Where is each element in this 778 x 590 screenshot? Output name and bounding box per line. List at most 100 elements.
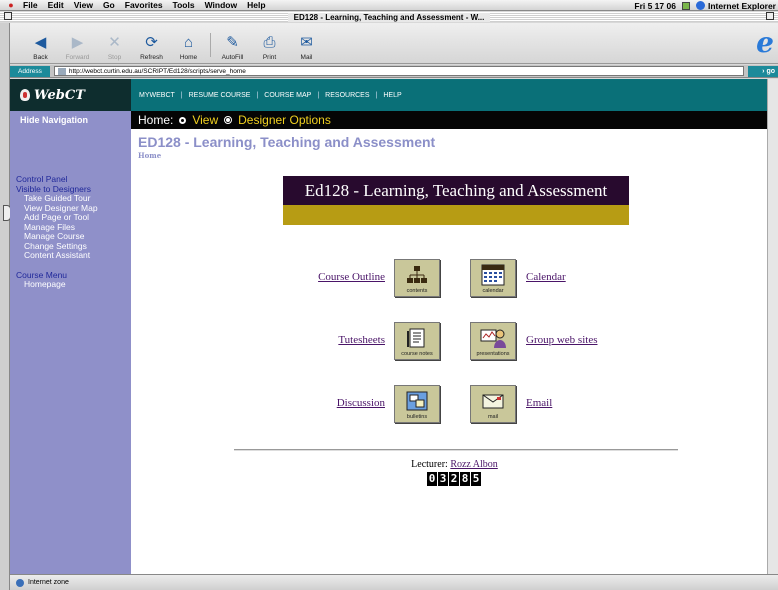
menu-help[interactable]: Help [242,0,270,10]
home-label: Home [179,54,198,61]
tool-row: Course Outline contents calendar Calenda… [131,259,778,299]
menu-window[interactable]: Window [200,0,243,10]
menu-favorites[interactable]: Favorites [120,0,168,10]
zoom-box-icon[interactable] [766,12,774,20]
banner-strip [283,205,629,225]
forward-button[interactable]: ▶ Forward [59,24,96,63]
close-box-icon[interactable] [4,12,12,20]
nav-separator: | [317,91,320,99]
side-navigation: Control Panel Visible to Designers Take … [16,174,98,290]
mail-tool-button[interactable]: mail [470,385,516,423]
calendar-label: calendar [482,288,504,294]
app-menu[interactable]: Internet Explorer [695,0,776,11]
mail-label: mail [487,414,499,420]
lecturer-label: Lecturer: [411,459,448,470]
clock: Fri 5 17 06 [634,0,676,11]
menu-file[interactable]: File [18,0,43,10]
web-page: WebCT Hide Navigation Control Panel Visi… [10,79,778,574]
view-radio[interactable] [179,116,187,124]
lecturer-name-link[interactable]: Rozz Albon [450,459,498,470]
counter-digit: 5 [471,472,481,486]
stop-icon: ✕ [108,34,121,51]
go-button[interactable]: › go [748,65,778,77]
mode-bar: Home: View Designer Options [131,111,778,129]
forward-label: Forward [65,54,90,61]
course-notes-icon [404,327,430,349]
course-outline-link[interactable]: Course Outline [279,271,385,283]
menu-go[interactable]: Go [98,0,120,10]
browser-toolbar: ◀ Back ▶ Forward ✕ Stop ⟳ Refresh ⌂ Home ✎ Aut… [10,23,778,64]
hide-navigation-link[interactable]: Hide Navigation [20,115,88,125]
address-label: Address [10,65,50,77]
nav-mywebct[interactable]: MYWEBCT [139,92,175,99]
menu-edit[interactable]: Edit [43,0,69,10]
presentations-icon [480,327,506,349]
mail-label: Mail [300,54,313,61]
email-link[interactable]: Email [526,397,552,409]
menu-view[interactable]: View [69,0,98,10]
presentations-button[interactable]: presentations [470,322,516,360]
counter-digit: 2 [449,472,459,486]
tool-row: Discussion bulletins mail Email [131,385,778,425]
breadcrumb[interactable]: Home [138,151,161,160]
counter-digit: 3 [438,472,448,486]
presentations-label: presentations [476,351,510,357]
vertical-scrollbar[interactable] [767,79,778,574]
nav-course-map[interactable]: COURSE MAP [264,92,311,99]
sidebar-item-homepage[interactable]: Homepage [16,279,98,290]
address-url: http://webct.curtin.edu.au/SCRIPT/Ed128/… [68,67,246,75]
ie-logo-icon: e [756,26,774,59]
autofill-label: AutoFill [221,54,244,61]
refresh-icon: ⟳ [145,34,158,51]
apple-menu-icon[interactable]: ● [4,0,18,10]
course-notes-label: course notes [401,351,433,357]
contents-icon [404,264,430,286]
address-input[interactable]: http://webct.curtin.edu.au/SCRIPT/Ed128/… [53,66,744,76]
mail-button[interactable]: ✉ Mail [288,24,325,63]
nav-help[interactable]: HELP [383,92,401,99]
globe-icon [16,578,24,587]
stop-label: Stop [107,54,122,61]
hit-counter: 0 3 2 8 5 [427,472,481,486]
contents-button[interactable]: contents [394,259,440,297]
ie-app-icon [695,0,705,10]
bulletins-label: bulletins [406,414,428,420]
nav-resources[interactable]: RESOURCES [325,92,369,99]
address-bar: Address http://webct.curtin.edu.au/SCRIP… [10,65,778,78]
stop-button[interactable]: ✕ Stop [96,24,133,63]
group-web-sites-link[interactable]: Group web sites [526,334,598,346]
tutesheets-link[interactable]: Tutesheets [279,334,385,346]
designer-options-option[interactable]: Designer Options [238,113,331,127]
window-titlebar[interactable]: ED128 - Learning, Teaching and Assessmen… [0,12,778,22]
calendar-button[interactable]: calendar [470,259,516,297]
autofill-icon: ✎ [226,34,239,51]
print-button[interactable]: ⎙ Print [251,24,288,63]
lecturer-line: Lecturer: Rozz Albon [131,459,778,470]
page-title: ED128 - Learning, Teaching and Assessmen… [138,134,436,150]
back-button[interactable]: ◀ Back [22,24,59,63]
status-zone: Internet zone [28,579,69,586]
mac-menubar: ● File Edit View Go Favorites Tools Wind… [0,0,778,11]
refresh-button[interactable]: ⟳ Refresh [133,24,170,63]
view-option[interactable]: View [192,113,218,127]
calendar-icon [480,264,506,286]
nav-separator: | [375,91,378,99]
app-name: Internet Explorer [707,0,776,11]
counter-digit: 8 [460,472,470,486]
app-switcher-icon[interactable] [681,1,690,10]
menubar-right: Fri 5 17 06 Internet Explorer [634,0,776,11]
home-button[interactable]: ⌂ Home [170,24,207,63]
calendar-link[interactable]: Calendar [526,271,566,283]
back-arrow-icon: ◀ [34,34,47,51]
nav-resume-course[interactable]: RESUME COURSE [189,92,251,99]
bulletins-button[interactable]: bulletins [394,385,440,423]
discussion-link[interactable]: Discussion [279,397,385,409]
sidebar-item-content-assistant[interactable]: Content Assistant [16,250,98,261]
autofill-button[interactable]: ✎ AutoFill [214,24,251,63]
course-notes-button[interactable]: course notes [394,322,440,360]
status-bar: Internet zone [10,574,778,590]
menu-tools[interactable]: Tools [168,0,200,10]
webct-logo[interactable]: WebCT [10,79,131,111]
designer-options-radio[interactable] [224,116,233,124]
